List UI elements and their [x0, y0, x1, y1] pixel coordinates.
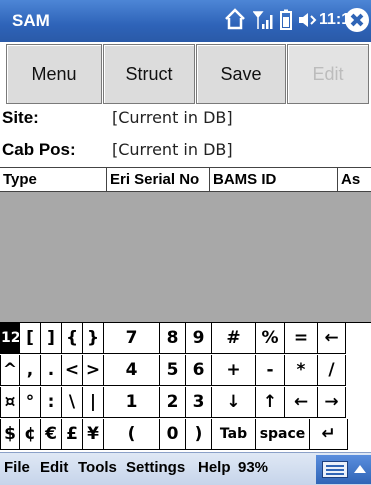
toolbar: Menu Struct Save Edit	[0, 44, 371, 106]
key[interactable]: 8	[160, 323, 186, 354]
key[interactable]: ,	[20, 355, 41, 386]
key[interactable]: ]	[41, 323, 62, 354]
key[interactable]: #	[212, 323, 256, 354]
struct-button[interactable]: Struct	[103, 44, 195, 104]
key[interactable]: [	[20, 323, 41, 354]
key[interactable]: )	[186, 419, 212, 450]
key[interactable]: 1	[104, 387, 160, 418]
key[interactable]: ¢	[20, 419, 41, 450]
signal-icon[interactable]	[253, 9, 275, 31]
title-bar: SAM 11:14	[0, 0, 371, 42]
volume-icon[interactable]	[297, 9, 317, 31]
key[interactable]: *	[285, 355, 318, 386]
column-header-type[interactable]: Type	[0, 168, 107, 191]
menu-edit[interactable]: Edit	[40, 459, 68, 476]
key[interactable]: 4	[104, 355, 160, 386]
key[interactable]: $	[0, 419, 20, 450]
menu-file[interactable]: File	[4, 459, 30, 476]
key[interactable]: 6	[186, 355, 212, 386]
key[interactable]: 2	[160, 387, 186, 418]
key[interactable]: ↵	[310, 419, 348, 450]
cab-pos-value[interactable]: [Current in DB]	[112, 140, 233, 159]
close-icon[interactable]	[345, 8, 369, 32]
key[interactable]: €	[41, 419, 62, 450]
key[interactable]: 7	[104, 323, 160, 354]
key[interactable]: Tab	[212, 419, 256, 450]
key[interactable]: ↓	[212, 387, 256, 418]
column-header-bams-id[interactable]: BAMS ID	[210, 168, 338, 191]
battery-icon[interactable]	[278, 9, 294, 31]
caret-up-icon	[354, 465, 366, 473]
key[interactable]: >	[83, 355, 104, 386]
key[interactable]: =	[285, 323, 318, 354]
key[interactable]: /	[318, 355, 346, 386]
key[interactable]: 9	[186, 323, 212, 354]
key[interactable]: ¥	[83, 419, 104, 450]
key[interactable]: :	[41, 387, 62, 418]
edit-button[interactable]: Edit	[287, 44, 369, 104]
key[interactable]: ¤	[0, 387, 20, 418]
key[interactable]: £	[62, 419, 83, 450]
menu-settings[interactable]: Settings	[126, 459, 185, 476]
key[interactable]: \	[62, 387, 83, 418]
key[interactable]: ←	[318, 323, 346, 354]
key[interactable]: |	[83, 387, 104, 418]
column-header-serial[interactable]: Eri Serial No	[107, 168, 210, 191]
key[interactable]: ^	[0, 355, 20, 386]
data-grid[interactable]: Type Eri Serial No BAMS ID As	[0, 167, 371, 322]
key[interactable]: -	[256, 355, 285, 386]
key[interactable]: .	[41, 355, 62, 386]
home-icon[interactable]	[224, 8, 246, 30]
key[interactable]: {	[62, 323, 83, 354]
key[interactable]: ←	[285, 387, 318, 418]
site-label: Site:	[2, 108, 39, 127]
key[interactable]: 5	[160, 355, 186, 386]
key[interactable]: 123	[0, 323, 20, 354]
column-header-as[interactable]: As	[338, 168, 371, 191]
key[interactable]: (	[104, 419, 160, 450]
menu-button[interactable]: Menu	[6, 44, 102, 104]
key[interactable]: ↑	[256, 387, 285, 418]
app-title: SAM	[12, 11, 50, 30]
cab-pos-label: Cab Pos:	[2, 140, 76, 159]
input-panel-button[interactable]	[316, 455, 371, 484]
menu-help[interactable]: Help	[198, 459, 231, 476]
soft-keyboard: 123[]{}789#%=←^,.<>456+-*/¤°:\|123↓↑←→$¢…	[0, 322, 371, 451]
key[interactable]: }	[83, 323, 104, 354]
grid-header: Type Eri Serial No BAMS ID As	[0, 168, 371, 192]
key[interactable]: 3	[186, 387, 212, 418]
key[interactable]: °	[20, 387, 41, 418]
key[interactable]: space	[256, 419, 310, 450]
site-value[interactable]: [Current in DB]	[112, 108, 233, 127]
zoom-level[interactable]: 93%	[238, 459, 268, 476]
key[interactable]: →	[318, 387, 346, 418]
save-button[interactable]: Save	[196, 44, 286, 104]
key[interactable]: <	[62, 355, 83, 386]
keyboard-icon	[322, 461, 348, 478]
key[interactable]: +	[212, 355, 256, 386]
menu-tools[interactable]: Tools	[78, 459, 117, 476]
key[interactable]: %	[256, 323, 285, 354]
key[interactable]: 0	[160, 419, 186, 450]
